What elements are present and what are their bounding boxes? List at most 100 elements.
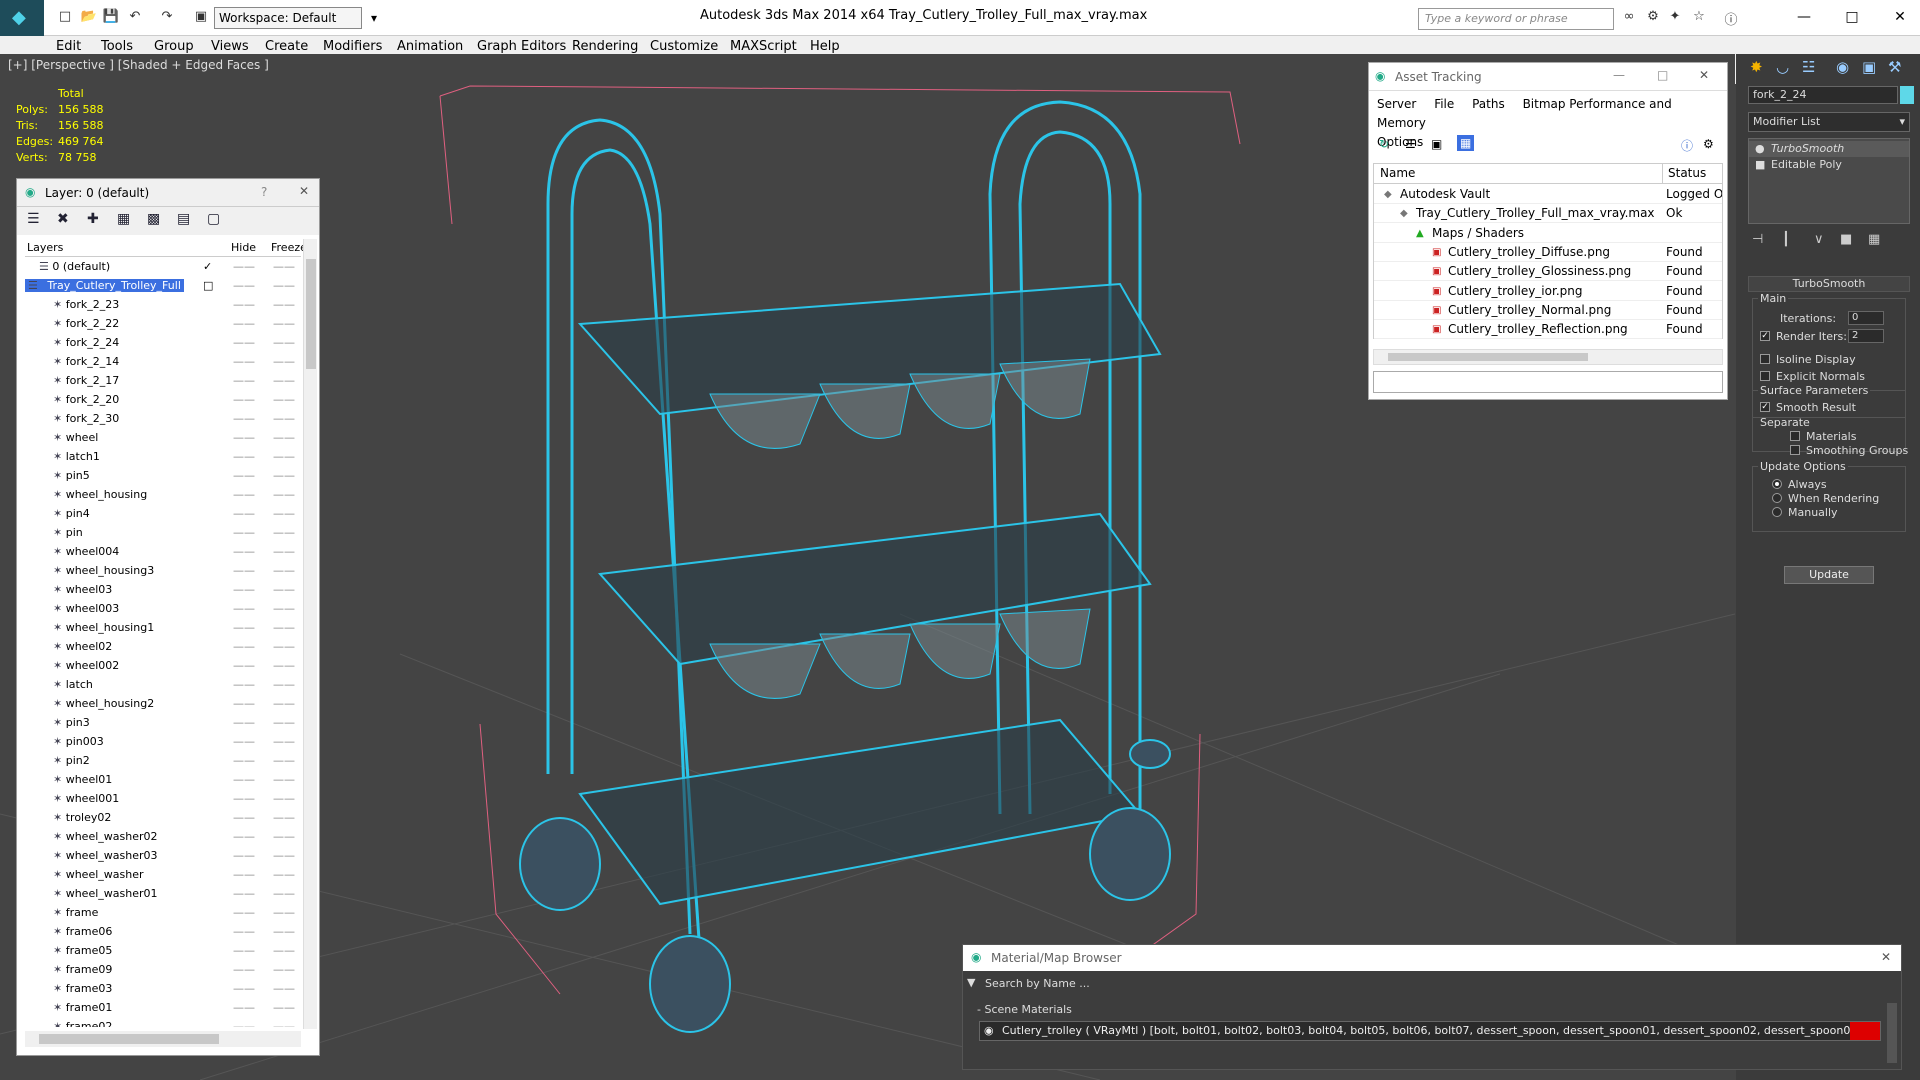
layer-row[interactable]: ✶ fork_2_30 —— —— <box>25 409 301 428</box>
asset-tracking-header[interactable]: ◉ Asset Tracking — □ ✕ <box>1369 63 1727 91</box>
menu-create[interactable]: Create <box>265 39 308 54</box>
hide-toggle[interactable]: —— <box>233 618 255 637</box>
layer-row[interactable]: ✶ wheel_washer02 —— —— <box>25 827 301 846</box>
freeze-toggle[interactable]: —— <box>273 751 295 770</box>
layer-row[interactable]: ✶ frame09 —— —— <box>25 960 301 979</box>
layer-row[interactable]: ✶ wheel_housing3 —— —— <box>25 561 301 580</box>
asset-horizontal-scrollbar[interactable] <box>1373 349 1723 365</box>
layer-row[interactable]: ✶ wheel001 —— —— <box>25 789 301 808</box>
motion-tab-icon[interactable]: ◉ <box>1836 58 1849 76</box>
hide-toggle[interactable]: —— <box>233 276 255 295</box>
search-input[interactable]: Type a keyword or phrase <box>1418 8 1614 30</box>
smooth-result-checkbox[interactable]: ✓ <box>1760 402 1770 412</box>
materials-checkbox[interactable] <box>1790 431 1800 441</box>
hide-toggle[interactable]: —— <box>233 865 255 884</box>
freeze-toggle[interactable]: —— <box>273 523 295 542</box>
minimize-button[interactable]: — <box>1613 68 1625 82</box>
menu-help[interactable]: Help <box>810 39 840 54</box>
layer-stack-icon[interactable]: ☰ <box>27 211 40 227</box>
maximize-button[interactable]: □ <box>1657 68 1668 82</box>
project-folder-icon[interactable]: ▣ <box>192 9 210 27</box>
hide-toggle[interactable]: —— <box>233 675 255 694</box>
list-view-icon[interactable]: ☰ <box>1405 137 1416 151</box>
hide-toggle[interactable]: —— <box>233 352 255 371</box>
hide-toggle[interactable]: —— <box>233 580 255 599</box>
layer-panel-header[interactable]: ◉ Layer: 0 (default) ? ✕ <box>17 179 319 207</box>
smoothing-groups-checkbox[interactable] <box>1790 445 1800 455</box>
always-radio[interactable] <box>1772 479 1782 489</box>
settings-icon[interactable]: ⚙ <box>1703 137 1714 151</box>
layer-row[interactable]: ✶ wheel002 —— —— <box>25 656 301 675</box>
freeze-toggle[interactable]: —— <box>273 542 295 561</box>
chevron-down-icon[interactable]: ▾ <box>371 8 377 28</box>
layer-row[interactable]: ✶ fork_2_23 —— —— <box>25 295 301 314</box>
hide-all-icon[interactable]: ▢ <box>207 211 220 227</box>
render-iters-spinner[interactable]: 2 <box>1848 329 1884 343</box>
layer-row[interactable]: ✶ troley02 —— —— <box>25 808 301 827</box>
bulb-icon[interactable]: ● <box>1755 141 1765 157</box>
asset-row[interactable]: ▣ Cutlery_trolley_ior.png Found <box>1374 282 1722 301</box>
layer-row[interactable]: ✶ fork_2_24 —— —— <box>25 333 301 352</box>
help-icon[interactable]: ⓘ <box>1681 137 1693 154</box>
freeze-toggle[interactable]: —— <box>273 979 295 998</box>
hide-toggle[interactable]: —— <box>233 504 255 523</box>
add-to-layer-icon[interactable]: ▦ <box>117 211 130 227</box>
menu-modifiers[interactable]: Modifiers <box>323 39 382 54</box>
hide-toggle[interactable]: —— <box>233 371 255 390</box>
new-file-icon[interactable]: □ <box>56 9 74 27</box>
highlight-layer-icon[interactable]: ▤ <box>177 211 190 227</box>
delete-layer-icon[interactable]: ✖ <box>57 211 69 227</box>
workspace-dropdown[interactable]: Workspace: Default ▾ <box>214 7 377 29</box>
freeze-toggle[interactable]: —— <box>273 732 295 751</box>
menu-maxscript[interactable]: MAXScript <box>730 39 797 54</box>
explicit-normals-checkbox[interactable] <box>1760 371 1770 381</box>
asset-row[interactable]: ◆ Autodesk Vault Logged Ou <box>1374 185 1722 204</box>
layer-row[interactable]: ☰ 0 (default) —— —— ✓ <box>25 257 301 276</box>
menu-tools[interactable]: Tools <box>101 39 133 54</box>
subscription-icon[interactable]: ⚙ <box>1644 9 1662 27</box>
display-tab-icon[interactable]: ▣ <box>1862 58 1876 76</box>
col-freeze[interactable]: Freeze <box>271 241 307 254</box>
make-unique-icon[interactable]: ∨ <box>1814 232 1824 247</box>
layer-row[interactable]: ✶ pin2 —— —— <box>25 751 301 770</box>
menu-bitmap-performance[interactable]: Bitmap Performance and Memory <box>1377 97 1672 130</box>
freeze-toggle[interactable]: —— <box>273 656 295 675</box>
layer-row[interactable]: ✶ latch1 —— —— <box>25 447 301 466</box>
help-icon[interactable]: ⓘ <box>1722 9 1740 28</box>
hide-toggle[interactable]: —— <box>233 466 255 485</box>
hide-toggle[interactable]: —— <box>233 808 255 827</box>
maximize-button[interactable]: □ <box>1838 4 1866 30</box>
freeze-toggle[interactable]: —— <box>273 1017 295 1027</box>
layer-row[interactable]: ✶ wheel02 —— —— <box>25 637 301 656</box>
freeze-toggle[interactable]: —— <box>273 466 295 485</box>
material-item[interactable]: ◉ Cutlery_trolley ( VRayMtl ) [bolt, bolt… <box>979 1021 1881 1041</box>
layer-row[interactable]: ✶ wheel_washer03 —— —— <box>25 846 301 865</box>
expand-icon[interactable]: ■ <box>1755 157 1765 173</box>
image-view-icon[interactable]: ▣ <box>1431 137 1442 151</box>
set-active-icon[interactable]: □ <box>203 276 213 295</box>
hide-toggle[interactable]: —— <box>233 694 255 713</box>
scroll-thumb[interactable] <box>306 259 316 369</box>
layer-row[interactable]: ✶ wheel_housing1 —— —— <box>25 618 301 637</box>
hide-toggle[interactable]: —— <box>233 903 255 922</box>
layer-row[interactable]: ✶ fork_2_20 —— —— <box>25 390 301 409</box>
hide-toggle[interactable]: —— <box>233 523 255 542</box>
asset-row[interactable]: ▣ Cutlery_trolley_Normal.png Found <box>1374 301 1722 320</box>
show-end-result-icon[interactable]: ┃ <box>1782 232 1790 247</box>
freeze-toggle[interactable]: —— <box>273 333 295 352</box>
freeze-toggle[interactable]: —— <box>273 713 295 732</box>
freeze-toggle[interactable]: —— <box>273 561 295 580</box>
freeze-toggle[interactable]: —— <box>273 637 295 656</box>
layer-row[interactable]: ✶ wheel01 —— —— <box>25 770 301 789</box>
menu-server[interactable]: Server <box>1377 97 1416 111</box>
remove-modifier-icon[interactable]: ■ <box>1840 232 1852 247</box>
layer-row[interactable]: ✶ frame06 —— —— <box>25 922 301 941</box>
turbosmooth-rollout-header[interactable]: TurboSmooth <box>1748 276 1910 292</box>
menu-edit[interactable]: Edit <box>56 39 81 54</box>
layer-row[interactable]: ✶ pin5 —— —— <box>25 466 301 485</box>
menu-customize[interactable]: Customize <box>650 39 718 54</box>
layer-row[interactable]: ✶ wheel003 —— —— <box>25 599 301 618</box>
freeze-toggle[interactable]: —— <box>273 789 295 808</box>
favorites-star-icon[interactable]: ☆ <box>1690 9 1708 27</box>
freeze-toggle[interactable]: —— <box>273 390 295 409</box>
